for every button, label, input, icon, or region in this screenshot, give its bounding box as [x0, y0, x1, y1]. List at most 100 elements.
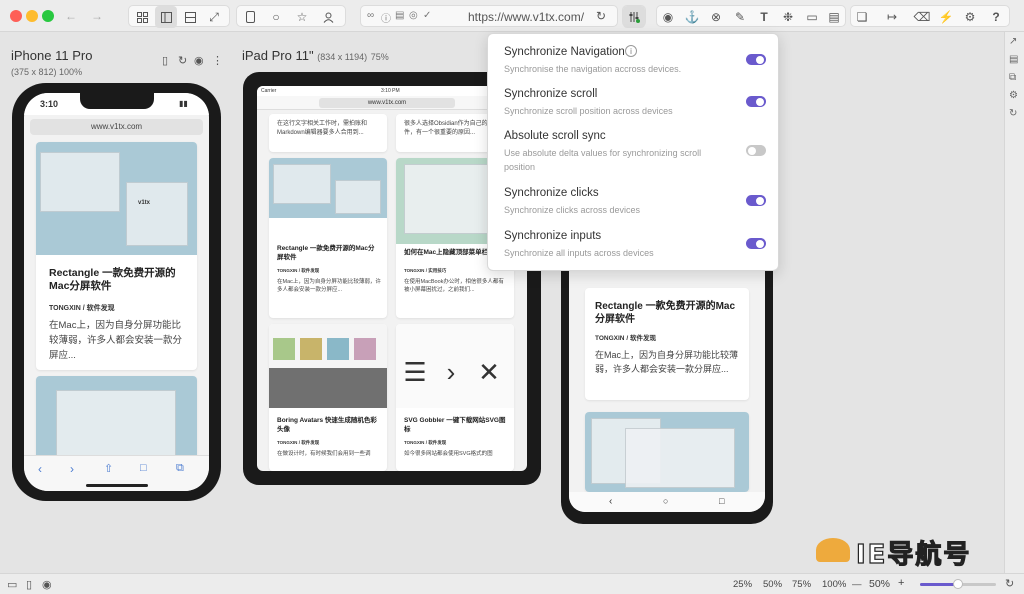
- article-card[interactable]: Rectangle 一款免费开源的Mac分屏软件 TONGXIN / 软件发现 …: [269, 158, 387, 318]
- zoom-option[interactable]: 50%: [763, 579, 782, 590]
- sync-clicks-toggle[interactable]: [746, 195, 766, 206]
- cube-icon[interactable]: ❏: [851, 6, 873, 28]
- iphone-screen[interactable]: 3:10 ▮▮ www.v1tx.com v1tx Rectangle 一款免费…: [24, 93, 209, 491]
- article-author[interactable]: TONGXIN: [404, 440, 424, 445]
- info-icon[interactable]: ⓘ: [381, 10, 391, 25]
- forward-chevron-icon[interactable]: ›: [70, 462, 74, 476]
- article-author[interactable]: TONGXIN: [277, 268, 297, 273]
- article-category[interactable]: 实用技巧: [428, 268, 446, 273]
- minimize-window-button[interactable]: [26, 10, 38, 22]
- flex-layout-icon[interactable]: [155, 6, 177, 28]
- article-card[interactable]: Boring Avatars 快速生成随机色彩头像 TONGXIN / 软件发现…: [269, 324, 387, 471]
- sync-inputs-toggle[interactable]: [746, 238, 766, 249]
- panel-icon[interactable]: ▤: [1009, 54, 1018, 65]
- article-category[interactable]: 软件发现: [630, 335, 656, 342]
- article-title[interactable]: Rectangle 一款免费开源的Mac分屏软件: [49, 267, 187, 293]
- user-icon[interactable]: [317, 6, 339, 28]
- refresh-device-icon[interactable]: ↻: [178, 54, 187, 67]
- reader-icon[interactable]: ▤: [395, 10, 404, 21]
- article-meta: TONGXIN / 软件发现: [277, 440, 319, 446]
- window-icon[interactable]: ▭: [7, 578, 17, 591]
- article-card[interactable]: 在这行文字相关工作时，需拍账和Markdown编辑器要多人合用到...: [269, 114, 387, 152]
- article-title[interactable]: SVG Gobbler 一键下载网站SVG图标: [404, 416, 508, 434]
- bookmarks-icon[interactable]: □: [140, 462, 147, 474]
- vertical-layout-icon[interactable]: [179, 6, 201, 28]
- more-options-icon[interactable]: ⋮: [212, 54, 223, 67]
- article-card[interactable]: v1tx Rectangle 一款免费开源的Mac分屏软件 TONGXIN / …: [36, 142, 197, 370]
- lightning-icon[interactable]: ⚡: [935, 6, 957, 28]
- zoom-slider-knob[interactable]: [953, 579, 963, 589]
- article-title[interactable]: Boring Avatars 快速生成随机色彩头像: [277, 416, 381, 434]
- external-link-icon[interactable]: ↗: [1009, 36, 1017, 47]
- article-title[interactable]: Rectangle 一款免费开源的Mac分屏软件: [595, 300, 739, 326]
- camera-icon[interactable]: ◉: [42, 578, 52, 591]
- eraser-icon[interactable]: ⌫: [911, 6, 933, 28]
- watermark-emblem: [816, 538, 850, 562]
- screenshot-icon[interactable]: ◉: [194, 54, 204, 67]
- zoom-window-button[interactable]: [42, 10, 54, 22]
- settings-icon[interactable]: ⚙: [1009, 90, 1018, 101]
- close-window-button[interactable]: [10, 10, 22, 22]
- zoom-out-button[interactable]: —: [852, 579, 862, 590]
- back-chevron-icon[interactable]: ‹: [38, 462, 42, 476]
- zoom-in-button[interactable]: +: [898, 577, 904, 589]
- globe-icon[interactable]: ◎: [409, 10, 418, 21]
- ipad-address-bar[interactable]: www.v1tx.com: [319, 98, 455, 108]
- article-author[interactable]: TONGXIN: [404, 268, 424, 273]
- absolute-scroll-toggle[interactable]: [746, 145, 766, 156]
- zoom-option[interactable]: 25%: [733, 579, 752, 590]
- article-author[interactable]: TONGXIN: [277, 440, 297, 445]
- compass-icon[interactable]: ◉: [657, 6, 679, 28]
- back-arrow-icon[interactable]: ←: [60, 5, 82, 27]
- article-category[interactable]: 软件发现: [301, 268, 319, 273]
- iphone-address-bar[interactable]: www.v1tx.com: [30, 119, 203, 135]
- star-icon[interactable]: ☆: [291, 6, 313, 28]
- bug-icon[interactable]: ❉: [777, 6, 799, 28]
- article-author[interactable]: TONGXIN: [49, 305, 81, 312]
- url-text[interactable]: https://www.v1tx.com/: [468, 10, 584, 24]
- phone-icon[interactable]: ▯: [26, 578, 32, 591]
- info-icon[interactable]: i: [625, 45, 637, 57]
- fit-screen-icon[interactable]: ↻: [1005, 577, 1014, 590]
- reload-icon[interactable]: ↻: [590, 5, 612, 27]
- grid-layout-icon[interactable]: [131, 6, 153, 28]
- link-icon[interactable]: ∞: [367, 10, 374, 21]
- forward-arrow-icon[interactable]: →: [86, 5, 108, 27]
- sync-scroll-toggle[interactable]: [746, 96, 766, 107]
- device-icon[interactable]: [239, 6, 261, 28]
- help-icon[interactable]: ?: [985, 6, 1007, 28]
- copy-icon[interactable]: ⧉: [1009, 72, 1016, 83]
- nav-home-icon[interactable]: ○: [663, 496, 668, 506]
- nav-recents-icon[interactable]: □: [719, 496, 724, 506]
- article-card[interactable]: ☰ › ✕ SVG Gobbler 一键下载网站SVG图标 TONGXIN / …: [396, 324, 514, 471]
- disable-icon[interactable]: ⊗: [705, 6, 727, 28]
- share-icon[interactable]: ⇧: [104, 462, 113, 475]
- article-title[interactable]: Rectangle 一款免费开源的Mac分屏软件: [277, 244, 381, 262]
- chrome-icon[interactable]: ○: [265, 6, 287, 28]
- zoom-option[interactable]: 100%: [822, 579, 846, 590]
- article-category[interactable]: 软件发现: [428, 440, 446, 445]
- anchor-icon[interactable]: ⚓: [681, 6, 703, 28]
- pen-icon[interactable]: ✎: [729, 6, 751, 28]
- article-category[interactable]: 软件发现: [87, 305, 115, 312]
- font-icon[interactable]: T: [753, 6, 775, 28]
- zoom-slider[interactable]: [920, 579, 996, 589]
- import-icon[interactable]: ↦: [881, 6, 903, 28]
- zoom-option[interactable]: 75%: [792, 579, 811, 590]
- tabs-icon[interactable]: ⧉: [176, 462, 184, 475]
- article-card[interactable]: [585, 412, 749, 492]
- drive-icon[interactable]: ▭: [801, 6, 823, 28]
- page-check-icon[interactable]: ✓: [423, 10, 431, 21]
- article-category[interactable]: 软件发现: [301, 440, 319, 445]
- sync-settings-icon[interactable]: [623, 6, 645, 28]
- rotate-device-icon[interactable]: ▯: [162, 54, 168, 67]
- article-card[interactable]: Rectangle 一款免费开源的Mac分屏软件 TONGXIN / 软件发现 …: [585, 288, 749, 400]
- article-author[interactable]: TONGXIN: [595, 335, 625, 342]
- refresh-icon[interactable]: ↻: [1009, 108, 1017, 119]
- ruler-icon[interactable]: ▤: [823, 6, 845, 28]
- address-bar[interactable]: ∞ ⓘ ▤ ◎ ✓ https://www.v1tx.com/: [360, 5, 618, 27]
- fullscreen-icon[interactable]: ⤢: [203, 6, 225, 28]
- sync-navigation-toggle[interactable]: [746, 54, 766, 65]
- gear-icon[interactable]: ⚙: [959, 6, 981, 28]
- nav-back-icon[interactable]: ‹: [609, 496, 612, 507]
